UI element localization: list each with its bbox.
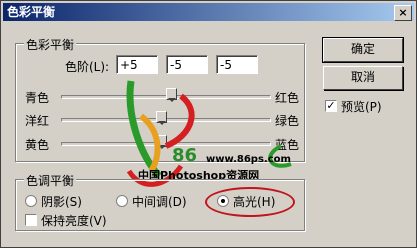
yellow-blue-slider-thumb[interactable] bbox=[155, 135, 167, 149]
shadows-radio[interactable] bbox=[25, 195, 37, 207]
midtones-label[interactable]: 中间调(D) bbox=[132, 193, 187, 210]
window-title: 色彩平衡 bbox=[7, 5, 56, 19]
levels-input-3[interactable]: -5 bbox=[216, 55, 258, 74]
slider-magenta-label: 洋红 bbox=[25, 114, 50, 128]
title-bar: 色彩平衡 × bbox=[3, 3, 414, 21]
close-icon: × bbox=[398, 6, 408, 19]
levels-label: 色阶(L): bbox=[65, 60, 110, 74]
color-balance-dialog: 色彩平衡 × 色彩平衡 色阶(L): +5 -5 -5 青色 红色 洋红 绿色 … bbox=[0, 0, 417, 248]
watermark-site: www.86ps.com bbox=[206, 154, 291, 165]
color-balance-legend: 色彩平衡 bbox=[24, 36, 77, 53]
close-button[interactable]: × bbox=[394, 5, 412, 21]
levels-input-2[interactable]: -5 bbox=[166, 55, 208, 74]
preview-checkbox[interactable]: ✓ bbox=[325, 100, 337, 112]
slider-red-label: 红色 bbox=[275, 91, 300, 105]
preserve-luminosity-checkbox[interactable] bbox=[25, 214, 37, 226]
slider-green-label: 绿色 bbox=[275, 114, 300, 128]
preview-label[interactable]: 预览(P) bbox=[341, 98, 382, 115]
shadows-label[interactable]: 阴影(S) bbox=[41, 193, 82, 210]
cancel-button[interactable]: 取消 bbox=[323, 66, 403, 90]
slider-blue-label: 蓝色 bbox=[275, 138, 300, 152]
slider-yellow-label: 黄色 bbox=[25, 138, 50, 152]
levels-input-1[interactable]: +5 bbox=[116, 55, 158, 74]
midtones-radio[interactable] bbox=[116, 195, 128, 207]
magenta-green-slider-thumb[interactable] bbox=[155, 111, 167, 125]
ok-button[interactable]: 确定 bbox=[322, 37, 404, 63]
annotation-ring bbox=[205, 187, 295, 217]
preserve-luminosity-label[interactable]: 保持亮度(V) bbox=[41, 212, 107, 229]
check-icon: ✓ bbox=[326, 99, 336, 112]
slider-cyan-label: 青色 bbox=[25, 91, 50, 105]
watermark-number: 86 bbox=[172, 145, 198, 166]
tone-balance-legend: 色调平衡 bbox=[24, 172, 77, 189]
cyan-red-slider-thumb[interactable] bbox=[166, 88, 178, 102]
